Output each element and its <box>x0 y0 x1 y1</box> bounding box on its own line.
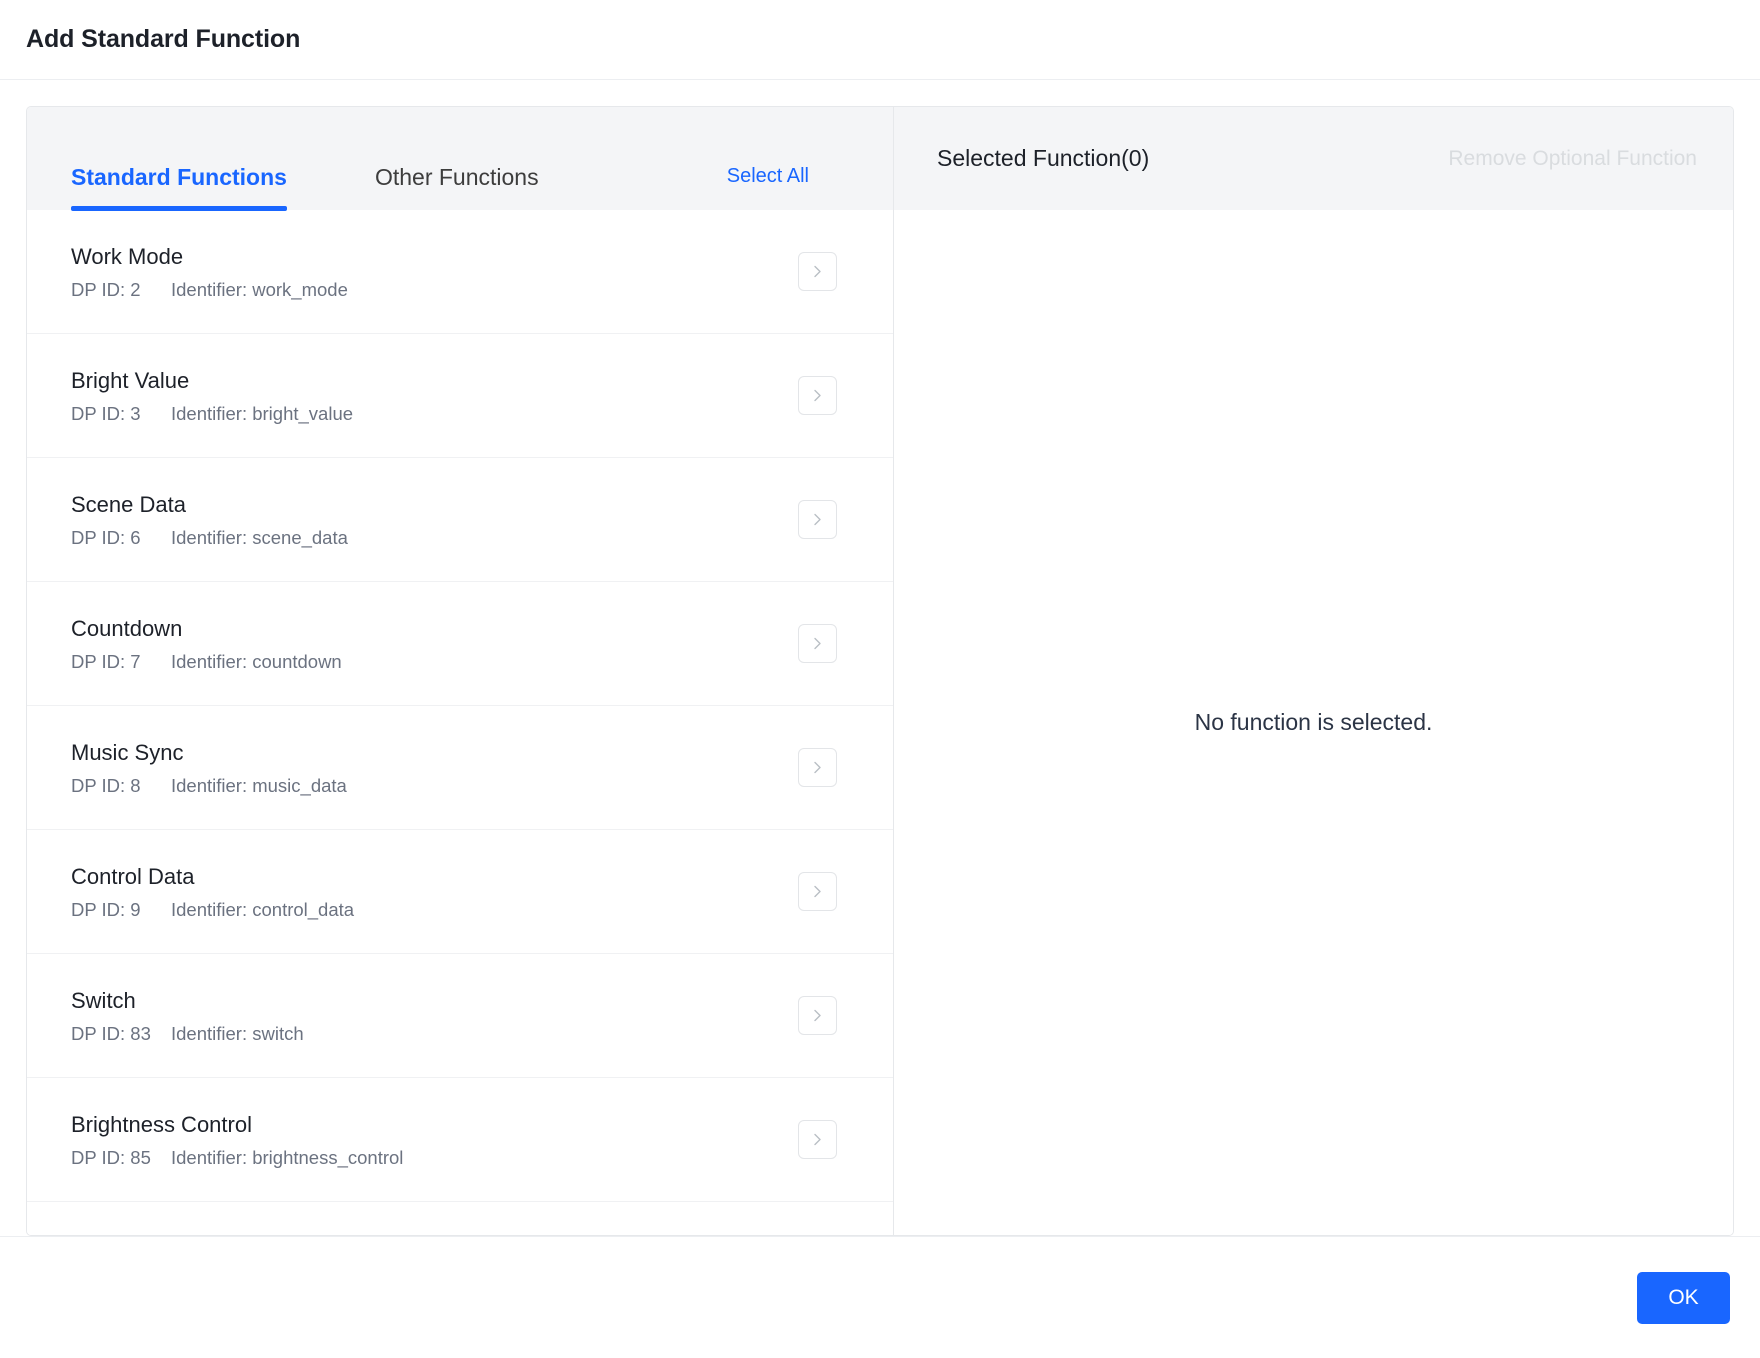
function-meta: DP ID: 83 Identifier: switch <box>71 1023 798 1045</box>
selected-functions-panel: Selected Function(0) Remove Optional Fun… <box>894 107 1733 1235</box>
function-dp-id: DP ID: 8 <box>71 774 141 796</box>
page-title: Add Standard Function <box>26 25 301 53</box>
dialog-body: Standard Functions Other Functions Selec… <box>0 80 1760 1236</box>
list-item[interactable]: Countdown DP ID: 7 Identifier: countdown <box>27 582 893 706</box>
function-identifier: Identifier: control_data <box>171 898 355 920</box>
empty-state-message: No function is selected. <box>1194 709 1433 735</box>
function-identifier: Identifier: brightness_control <box>171 1146 404 1168</box>
function-dp-id: DP ID: 2 <box>71 278 141 300</box>
list-item[interactable]: Switch DP ID: 83 Identifier: switch <box>27 954 893 1078</box>
add-function-button[interactable] <box>798 252 837 291</box>
tab-standard-functions-label: Standard Functions <box>71 164 287 190</box>
add-function-button[interactable] <box>798 500 837 539</box>
function-identifier: Identifier: work_mode <box>171 278 348 300</box>
chevron-right-icon <box>809 263 826 280</box>
function-info: Work Mode DP ID: 2 Identifier: work_mode <box>71 242 798 301</box>
function-info: Switch DP ID: 83 Identifier: switch <box>71 986 798 1045</box>
function-meta: DP ID: 85 Identifier: brightness_control <box>71 1147 798 1169</box>
add-function-button[interactable] <box>798 872 837 911</box>
function-info: Scene Data DP ID: 6 Identifier: scene_da… <box>71 490 798 549</box>
function-meta: DP ID: 6 Identifier: scene_data <box>71 527 798 549</box>
function-name: Brightness Control <box>71 1112 252 1138</box>
selected-function-title: Selected Function(0) <box>937 145 1150 171</box>
function-name: Countdown <box>71 616 183 642</box>
function-dp-id: DP ID: 85 <box>71 1146 151 1168</box>
list-item[interactable]: Music Sync DP ID: 8 Identifier: music_da… <box>27 706 893 830</box>
function-name: Work Mode <box>71 244 184 270</box>
tab-bar: Standard Functions Other Functions Selec… <box>27 107 893 211</box>
panels-container: Standard Functions Other Functions Selec… <box>26 106 1734 1236</box>
function-dp-id: DP ID: 83 <box>71 1022 151 1044</box>
dialog-footer: OK <box>0 1236 1760 1358</box>
function-meta: DP ID: 2 Identifier: work_mode <box>71 279 798 301</box>
add-function-button[interactable] <box>798 996 837 1035</box>
remove-optional-function-label: Remove Optional Function <box>1448 146 1697 170</box>
add-function-button[interactable] <box>798 1120 837 1159</box>
function-identifier: Identifier: music_data <box>171 774 347 796</box>
function-meta: DP ID: 9 Identifier: control_data <box>71 899 798 921</box>
function-info: Bright Value DP ID: 3 Identifier: bright… <box>71 366 798 425</box>
function-info: Brightness Control DP ID: 85 Identifier:… <box>71 1110 798 1169</box>
function-list[interactable]: Work Mode DP ID: 2 Identifier: work_mode <box>27 210 893 1235</box>
dialog-header: Add Standard Function <box>0 0 1760 80</box>
list-item[interactable]: Brightness Control DP ID: 85 Identifier:… <box>27 1078 893 1202</box>
function-info: Music Sync DP ID: 8 Identifier: music_da… <box>71 738 798 797</box>
function-identifier: Identifier: switch <box>171 1022 304 1044</box>
function-info: Control Data DP ID: 9 Identifier: contro… <box>71 862 798 921</box>
add-function-button[interactable] <box>798 376 837 415</box>
function-identifier: Identifier: countdown <box>171 650 342 672</box>
ok-button[interactable]: OK <box>1637 1271 1730 1324</box>
function-dp-id: DP ID: 9 <box>71 898 141 920</box>
chevron-right-icon <box>809 1131 826 1148</box>
function-dp-id: DP ID: 3 <box>71 402 141 424</box>
add-function-button[interactable] <box>798 624 837 663</box>
select-all-link[interactable]: Select All <box>727 165 809 210</box>
remove-optional-function-button[interactable]: Remove Optional Function <box>1448 147 1697 171</box>
function-name: Bright Value <box>71 368 190 394</box>
list-item[interactable]: Control Data DP ID: 9 Identifier: contro… <box>27 830 893 954</box>
list-item[interactable]: Scene Data DP ID: 6 Identifier: scene_da… <box>27 458 893 582</box>
add-function-button[interactable] <box>798 748 837 787</box>
function-meta: DP ID: 3 Identifier: bright_value <box>71 403 798 425</box>
standard-functions-panel: Standard Functions Other Functions Selec… <box>27 107 894 1235</box>
add-standard-function-dialog: Add Standard Function Standard Functions… <box>0 0 1760 1358</box>
function-name: Switch <box>71 988 136 1014</box>
chevron-right-icon <box>809 511 826 528</box>
function-name: Scene Data <box>71 492 186 518</box>
function-info: Countdown DP ID: 7 Identifier: countdown <box>71 614 798 673</box>
function-identifier: Identifier: bright_value <box>171 402 354 424</box>
function-meta: DP ID: 7 Identifier: countdown <box>71 651 798 673</box>
select-all-label: Select All <box>726 165 809 187</box>
function-meta: DP ID: 8 Identifier: music_data <box>71 775 798 797</box>
chevron-right-icon <box>809 635 826 652</box>
selected-panel-header: Selected Function(0) Remove Optional Fun… <box>894 107 1733 210</box>
chevron-right-icon <box>809 1007 826 1024</box>
chevron-right-icon <box>809 387 826 404</box>
list-item[interactable]: Bright Value DP ID: 3 Identifier: bright… <box>27 334 893 458</box>
function-dp-id: DP ID: 7 <box>71 650 141 672</box>
chevron-right-icon <box>809 759 826 776</box>
tab-other-functions-label: Other Functions <box>374 164 539 190</box>
selected-functions-content: No function is selected. <box>894 210 1733 1235</box>
tab-standard-functions[interactable]: Standard Functions <box>71 164 287 211</box>
function-dp-id: DP ID: 6 <box>71 526 141 548</box>
function-name: Music Sync <box>71 740 184 766</box>
chevron-right-icon <box>809 883 826 900</box>
function-name: Control Data <box>71 864 195 890</box>
tab-other-functions[interactable]: Other Functions <box>375 164 539 210</box>
list-item[interactable]: Work Mode DP ID: 2 Identifier: work_mode <box>27 210 893 334</box>
function-identifier: Identifier: scene_data <box>171 526 348 548</box>
